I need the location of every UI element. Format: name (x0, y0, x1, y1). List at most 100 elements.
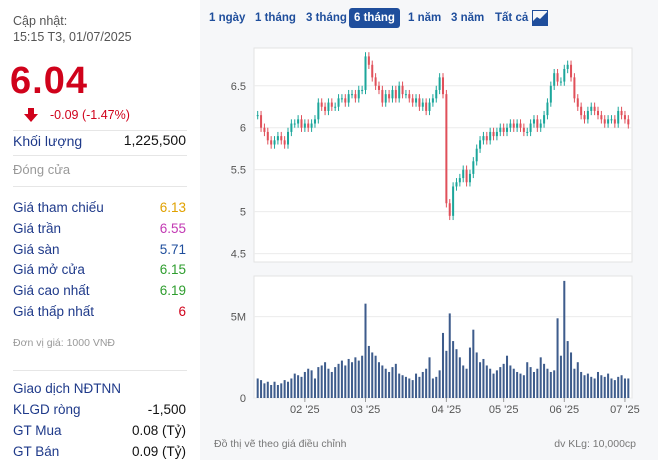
volume-bar (465, 368, 468, 398)
foreign-row-label: GT Bán (13, 444, 60, 459)
volume-bar (313, 378, 316, 398)
candle-body (266, 131, 269, 141)
volume-bar (320, 365, 323, 398)
volume-tick-label: 5M (231, 312, 246, 324)
candle-body (388, 94, 391, 99)
candle-body (445, 94, 448, 204)
volume-bar (455, 349, 458, 398)
foreign-row-label: GT Mua (13, 423, 62, 438)
stat-value: 6.15 (159, 262, 186, 278)
stock-info-panel: Cập nhật: 15:15 T3, 01/07/2025 6.04 -0.0… (0, 0, 200, 460)
candle-body (438, 77, 441, 90)
volume-bar (559, 355, 562, 398)
volume-bar (256, 378, 259, 398)
candle-body (337, 98, 340, 107)
volume-bar (374, 355, 377, 398)
volume-bar (573, 368, 576, 398)
candle-body (364, 56, 367, 90)
candle-body (307, 123, 310, 128)
candle-body (573, 77, 576, 99)
down-arrow-icon (24, 108, 38, 122)
candle-body (377, 85, 380, 90)
volume-bar (532, 371, 535, 398)
stat-value: 6.19 (159, 283, 186, 299)
volume-bar (590, 376, 593, 398)
volume-bar (367, 345, 370, 398)
volume-value: 1,225,500 (123, 132, 186, 148)
candle-body (570, 64, 573, 78)
volume-bar (435, 376, 438, 398)
volume-bar (553, 370, 556, 398)
volume-bar (276, 384, 279, 398)
candle-body (506, 127, 509, 132)
volume-bar (391, 367, 394, 398)
volume-bar (512, 368, 515, 398)
candle-body (468, 173, 471, 183)
volume-bar (617, 376, 620, 398)
volume-bar (506, 355, 509, 398)
volume-bar (428, 357, 431, 398)
volume-bar (482, 358, 485, 398)
price-chart: 6.5 6 5.5 5 4.5 5M 0 02 '25 03 '25 04 '25 05 '25 06… (231, 47, 640, 416)
candle-body (580, 106, 583, 116)
stat-value: 6.55 (159, 220, 186, 236)
volume-bar (283, 380, 286, 398)
volume-bar (361, 355, 364, 398)
candle-body (286, 131, 290, 145)
volume-bar (462, 365, 465, 398)
candle-body (475, 148, 478, 162)
candle-body (310, 123, 313, 128)
volume-bar (539, 357, 542, 398)
closing-label: Đóng cửa (13, 162, 71, 177)
candle-body (532, 119, 535, 124)
candle-body (522, 127, 525, 132)
volume-bar (492, 373, 495, 398)
volume-unit-note: dv KLg: 10,000cp (554, 438, 636, 450)
updated-time: 15:15 T3, 01/07/2025 (13, 30, 132, 44)
foreign-row-value: 0.09 (Tỷ) (131, 444, 186, 459)
candle-body (566, 64, 569, 69)
volume-bar (317, 367, 320, 398)
candle-body (452, 186, 455, 216)
candle-body (435, 89, 438, 99)
candle-body (367, 56, 370, 65)
chart-footnote: Đồ thị vẽ theo giá điều chỉnh (214, 438, 347, 450)
volume-bar (586, 373, 589, 398)
candle-body (283, 140, 286, 145)
candle-body (617, 110, 620, 124)
candle-body (509, 123, 512, 128)
volume-bar (468, 347, 471, 398)
volume-bar (593, 378, 596, 398)
volume-bar (472, 329, 475, 398)
candle-body (623, 115, 626, 120)
candle-body (280, 136, 283, 141)
candle-body (472, 161, 475, 174)
stat-label: Giá trần (13, 220, 62, 236)
volume-bar (613, 380, 616, 398)
divider (13, 370, 187, 371)
price-change: -0.09 (-1.47%) (50, 108, 130, 122)
candle-body (559, 81, 562, 83)
candle-body (455, 182, 458, 187)
volume-bar (431, 378, 434, 398)
candle-body (586, 110, 589, 120)
candle-body (502, 127, 505, 132)
updated-label: Cập nhật: (13, 14, 68, 28)
volume-bar (388, 371, 391, 398)
volume-tick-label: 0 (240, 393, 246, 405)
candle-body (297, 119, 300, 124)
price-tick-label: 6.5 (231, 81, 246, 93)
candle-body (276, 136, 279, 141)
volume-bar (404, 376, 407, 398)
volume-bar (357, 360, 360, 398)
stat-value: 6 (178, 304, 186, 319)
candle-body (613, 119, 616, 124)
candle-body (428, 102, 431, 111)
candle-body (458, 178, 461, 183)
volume-bar (327, 368, 330, 398)
candle-body (273, 140, 276, 145)
volume-bar (556, 318, 559, 398)
candle-body (425, 102, 428, 111)
volume-bar (266, 381, 269, 398)
volume-bar (495, 370, 498, 398)
